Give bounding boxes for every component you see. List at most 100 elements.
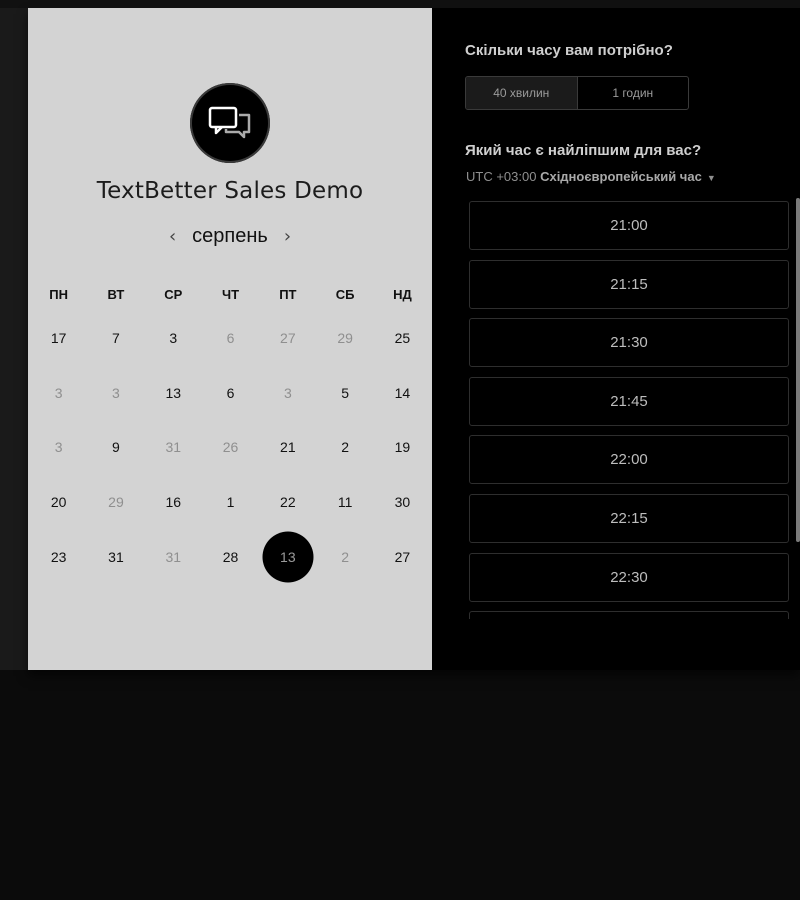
calendar-day-number: 28: [222, 548, 239, 565]
calendar-day[interactable]: 5: [316, 366, 373, 421]
calendar-grid: 17 7 3 6 27 29 25 3 3 13 6 3 5 14 3 9 31 26 21 2 19 20 29 16 1 22…: [30, 311, 430, 584]
time-slot-list: 21:00 21:15 21:30 21:45 22:00 22:15 22:30: [469, 201, 791, 619]
calendar-day[interactable]: 2: [316, 420, 373, 475]
calendar-day-number: 29: [337, 330, 353, 347]
calendar-day-number: 3: [54, 384, 63, 401]
calendar-day[interactable]: 28: [202, 529, 259, 584]
weekday-label: НД: [393, 287, 412, 302]
timezone-selector[interactable]: UTC +03:00 Східноєвропейський час ▼: [466, 169, 716, 184]
calendar-day[interactable]: 1: [202, 475, 259, 530]
calendar-day-number: 19: [394, 439, 411, 456]
page-background-shade: [0, 8, 28, 670]
calendar-day[interactable]: 6: [202, 366, 259, 421]
calendar-day[interactable]: 3: [30, 420, 87, 475]
calendar-day[interactable]: 31: [87, 529, 144, 584]
calendar-day[interactable]: 29: [316, 311, 373, 366]
calendar-day-number: 17: [50, 330, 67, 347]
calendar-day[interactable]: 23: [30, 529, 87, 584]
calendar-day[interactable]: 27: [259, 311, 316, 366]
calendar-day-number: 31: [108, 548, 124, 565]
calendar-day[interactable]: 16: [145, 475, 202, 530]
time-slot-button[interactable]: 22:30: [469, 552, 789, 602]
calendar-day-number: 21: [280, 439, 296, 456]
calendar-day-number: 25: [394, 330, 411, 347]
calendar-day[interactable]: 31: [145, 529, 202, 584]
calendar-day[interactable]: 30: [374, 475, 431, 530]
calendar-day[interactable]: 19: [374, 420, 431, 475]
calendar-day-number: 26: [222, 439, 239, 456]
calendar-day-number: 3: [54, 439, 63, 456]
calendar-day-number: 30: [394, 494, 411, 511]
calendar-day-number: 5: [341, 384, 350, 401]
calendar-day-number: 22: [280, 494, 296, 511]
calendar-day[interactable]: 6: [202, 311, 259, 366]
weekday-label: СБ: [335, 287, 355, 302]
duration-option-1h[interactable]: 1 годин: [578, 77, 689, 109]
time-slot-button[interactable]: [469, 611, 789, 619]
calendar-day[interactable]: 3: [30, 366, 87, 421]
calendar-day-number: 31: [165, 439, 182, 456]
month-navigation: ‹ серпень ›: [28, 225, 432, 248]
time-selection-pane: Скільки часу вам потрібно? 40 хвилин 1 г…: [432, 8, 800, 670]
weekday-label: ЧТ: [222, 287, 240, 302]
calendar-day[interactable]: 17: [30, 311, 87, 366]
calendar-day[interactable]: 2: [316, 529, 373, 584]
page-top-strip: [0, 0, 800, 8]
time-question: Який час є найліпшим для вас?: [465, 142, 702, 159]
duration-selector: 40 хвилин 1 годин: [465, 76, 689, 110]
weekday-label: СР: [164, 287, 183, 302]
calendar-day[interactable]: 9: [87, 420, 144, 475]
calendar-day-number: 1: [226, 494, 235, 511]
calendar-day[interactable]: 27: [374, 529, 431, 584]
calendar-day-number: 13: [280, 548, 296, 565]
weekday-label: ПН: [49, 287, 69, 302]
time-slot-button[interactable]: 21:15: [469, 259, 789, 309]
weekday-label: ПТ: [279, 287, 297, 302]
chevron-left-icon[interactable]: ‹: [159, 226, 186, 247]
calendar-day[interactable]: 20: [30, 475, 87, 530]
duration-question: Скільки часу вам потрібно?: [465, 42, 673, 59]
time-slot-button[interactable]: 21:30: [469, 318, 789, 368]
calendar-day[interactable]: 31: [145, 420, 202, 475]
calendar-day[interactable]: 11: [316, 475, 373, 530]
organization-title: TextBetter Sales Demo: [96, 178, 364, 204]
chat-bubbles-icon: [190, 83, 270, 163]
scrollbar[interactable]: [796, 198, 800, 542]
chevron-right-icon[interactable]: ›: [274, 226, 301, 247]
timezone-offset: UTC +03:00: [466, 169, 537, 184]
calendar-day[interactable]: 29: [87, 475, 144, 530]
calendar-day[interactable]: 26: [202, 420, 259, 475]
calendar-day[interactable]: 25: [374, 311, 431, 366]
calendar-day-number: 29: [108, 494, 124, 511]
calendar-day[interactable]: 3: [145, 311, 202, 366]
calendar-day-number: 14: [394, 384, 411, 401]
calendar-day-number: 3: [112, 384, 120, 401]
calendar-day-number: 31: [165, 548, 182, 565]
duration-option-40min[interactable]: 40 хвилин: [466, 77, 578, 109]
time-slot-button[interactable]: 21:00: [469, 201, 789, 250]
calendar-day-number: 2: [341, 548, 350, 565]
booking-modal: TextBetter Sales Demo ‹ серпень › ПН ВТ СР…: [28, 8, 800, 670]
time-slot-button[interactable]: 21:45: [469, 376, 789, 426]
weekday-header: ПН ВТ СР ЧТ ПТ СБ НД: [30, 287, 430, 302]
calendar-day-number: 23: [50, 548, 67, 565]
calendar-day[interactable]: 7: [87, 311, 144, 366]
calendar-day-number: 3: [169, 330, 178, 347]
calendar-day-number: 2: [341, 439, 350, 456]
calendar-day[interactable]: 14: [374, 366, 431, 421]
calendar-day-number: 6: [226, 330, 235, 347]
calendar-day-number: 11: [337, 494, 353, 511]
weekday-label: ВТ: [107, 287, 125, 302]
calendar-day[interactable]: 13: [145, 366, 202, 421]
timezone-name: Східноєвропейський час: [540, 169, 702, 184]
calendar-day-number: 13: [165, 384, 182, 401]
time-slot-button[interactable]: 22:00: [469, 435, 789, 485]
calendar-day-number: 20: [50, 494, 67, 511]
time-slot-button[interactable]: 22:15: [469, 493, 789, 543]
calendar-day-selected[interactable]: 13: [259, 529, 316, 584]
calendar-day[interactable]: 3: [87, 366, 144, 421]
calendar-day[interactable]: 21: [259, 420, 316, 475]
calendar-day-number: 6: [226, 384, 235, 401]
calendar-day[interactable]: 22: [259, 475, 316, 530]
calendar-day[interactable]: 3: [259, 366, 316, 421]
